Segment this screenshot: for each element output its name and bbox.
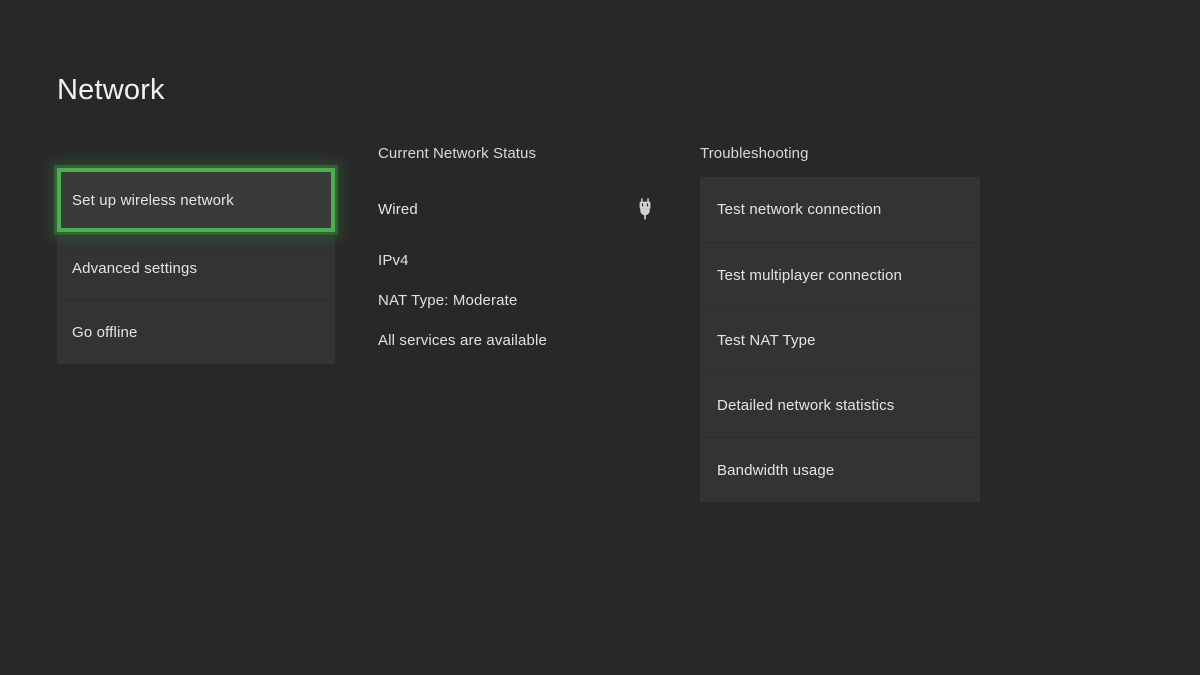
sidebar-item-advanced-settings[interactable]: Advanced settings bbox=[57, 236, 335, 300]
troubleshooting-item-label: Test NAT Type bbox=[717, 331, 816, 349]
sidebar-item-go-offline[interactable]: Go offline bbox=[57, 300, 335, 364]
troubleshooting-item-bandwidth-usage[interactable]: Bandwidth usage bbox=[700, 437, 980, 502]
troubleshooting-item-test-nat-type[interactable]: Test NAT Type bbox=[700, 307, 980, 372]
connection-type-row: Wired bbox=[378, 198, 653, 220]
current-network-status-panel: Current Network Status Wired IPv4 NAT Ty… bbox=[378, 144, 668, 350]
troubleshooting-item-detailed-network-statistics[interactable]: Detailed network statistics bbox=[700, 372, 980, 437]
services-availability-value: All services are available bbox=[378, 332, 547, 349]
troubleshooting-header: Troubleshooting bbox=[700, 145, 809, 162]
network-menu-list: Set up wireless network Advanced setting… bbox=[57, 168, 335, 364]
sidebar-item-set-up-wireless-network[interactable]: Set up wireless network bbox=[57, 168, 335, 232]
troubleshooting-panel: Troubleshooting Test network connection … bbox=[700, 144, 980, 502]
troubleshooting-list: Test network connection Test multiplayer… bbox=[700, 177, 980, 502]
sidebar-item-label: Set up wireless network bbox=[72, 191, 234, 209]
troubleshooting-item-test-network-connection[interactable]: Test network connection bbox=[700, 177, 980, 242]
page-title: Network bbox=[57, 74, 165, 106]
troubleshooting-item-label: Test network connection bbox=[717, 201, 882, 218]
connection-type-value: Wired bbox=[378, 200, 418, 218]
current-network-status-header: Current Network Status bbox=[378, 145, 537, 162]
troubleshooting-item-label: Test multiplayer connection bbox=[717, 266, 902, 284]
troubleshooting-item-label: Bandwidth usage bbox=[717, 461, 835, 479]
sidebar-item-label: Advanced settings bbox=[72, 259, 198, 277]
nat-type-value: NAT Type: Moderate bbox=[378, 292, 518, 309]
sidebar-item-label: Go offline bbox=[72, 324, 138, 341]
ethernet-plug-icon bbox=[637, 198, 653, 220]
troubleshooting-item-label: Detailed network statistics bbox=[717, 396, 895, 414]
ip-version-value: IPv4 bbox=[378, 252, 409, 269]
troubleshooting-item-test-multiplayer-connection[interactable]: Test multiplayer connection bbox=[700, 242, 980, 307]
